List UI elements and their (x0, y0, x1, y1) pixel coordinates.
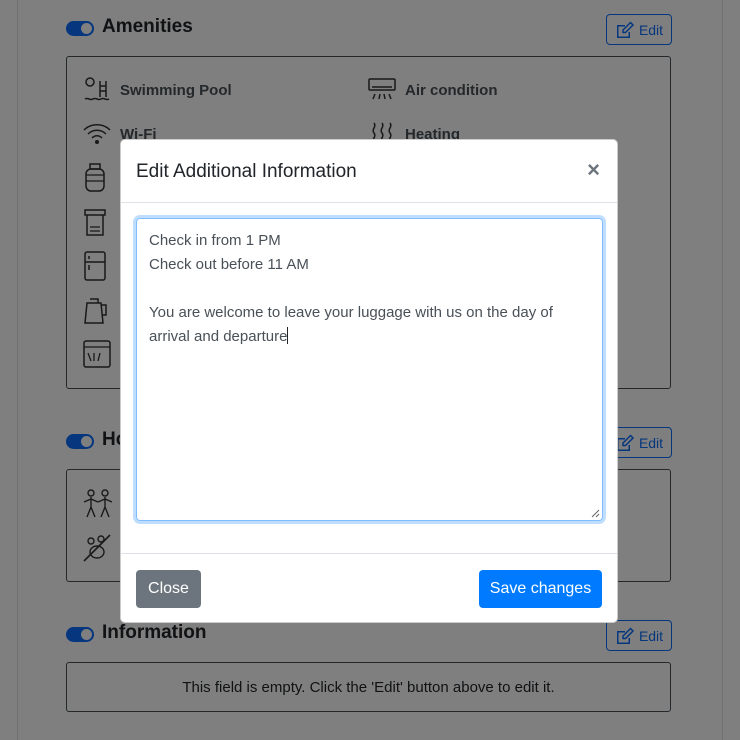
resize-handle-icon[interactable] (591, 509, 600, 518)
modal-body: Check in from 1 PM Check out before 11 A… (121, 203, 617, 553)
edit-info-modal: Edit Additional Information × Check in f… (120, 139, 618, 623)
additional-info-textarea[interactable]: Check in from 1 PM Check out before 11 A… (136, 218, 603, 521)
close-button[interactable]: Close (136, 570, 201, 608)
save-changes-button[interactable]: Save changes (479, 570, 602, 608)
modal-header: Edit Additional Information × (121, 140, 617, 203)
modal-title: Edit Additional Information (136, 161, 357, 182)
modal-close-icon[interactable]: × (587, 158, 600, 182)
text-caret (287, 327, 289, 344)
textarea-text: Check in from 1 PM Check out before 11 A… (149, 232, 553, 345)
modal-footer: Close Save changes (121, 553, 617, 624)
